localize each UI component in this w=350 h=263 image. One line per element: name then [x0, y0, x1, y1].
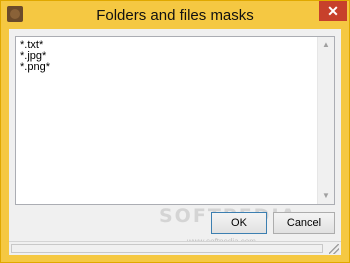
ok-button[interactable]: OK: [211, 212, 267, 234]
scroll-down-arrow-icon[interactable]: ▼: [318, 188, 334, 204]
status-bar: [9, 241, 341, 255]
close-button[interactable]: ✕: [319, 1, 347, 21]
titlebar[interactable]: Folders and files masks ✕: [1, 1, 349, 29]
vertical-scrollbar[interactable]: ▲ ▼: [317, 37, 334, 204]
app-icon[interactable]: [7, 6, 23, 22]
masks-textarea[interactable]: *.txt* *.jpg* *.png* ▲ ▼: [15, 36, 335, 205]
cancel-button[interactable]: Cancel: [273, 212, 335, 234]
window-title: Folders and files masks: [96, 7, 254, 24]
dialog-window: Folders and files masks ✕ *.txt* *.jpg* …: [0, 0, 350, 263]
mask-line: *.png*: [20, 61, 50, 73]
masks-text: *.txt* *.jpg* *.png*: [20, 40, 50, 73]
status-panel: [11, 244, 323, 253]
scroll-up-arrow-icon[interactable]: ▲: [318, 37, 334, 53]
resize-grip-icon[interactable]: [329, 244, 339, 254]
dialog-body: *.txt* *.jpg* *.png* ▲ ▼ SOFTPEDIA www.s…: [9, 29, 341, 255]
